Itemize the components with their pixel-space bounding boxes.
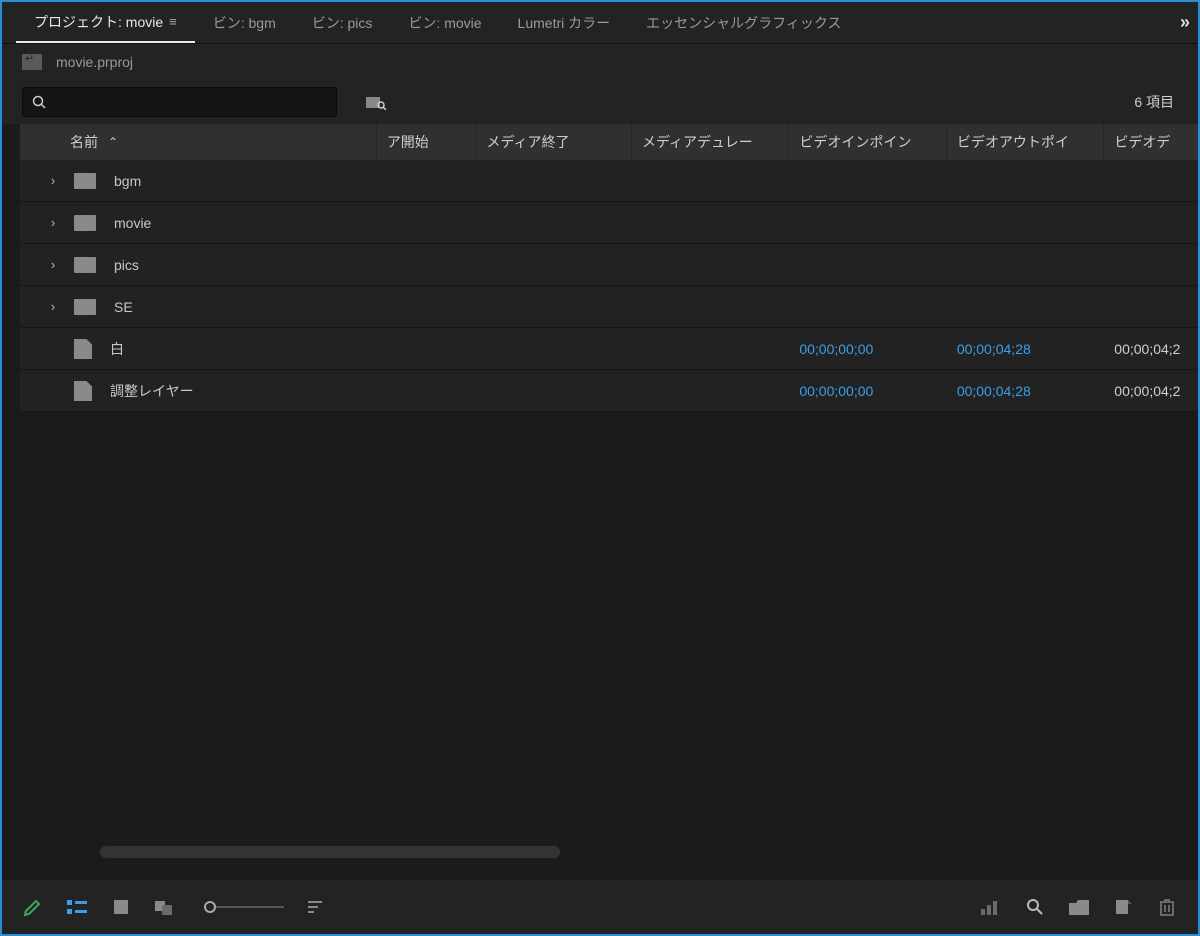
row-name: bgm	[114, 173, 141, 189]
folder-icon	[74, 299, 96, 315]
new-bin-icon[interactable]	[1068, 896, 1090, 918]
video-dur: 00;00;04;2	[1104, 341, 1198, 357]
file-icon	[74, 339, 92, 359]
tab-lumetri[interactable]: Lumetri カラー	[500, 2, 629, 43]
tab-label: エッセンシャルグラフィックス	[646, 13, 841, 33]
col-video-in[interactable]: ビデオインポイン	[789, 124, 946, 160]
row-name: pics	[114, 257, 139, 273]
row-name: movie	[114, 215, 151, 231]
panel-menu-icon[interactable]: ≡	[169, 14, 177, 29]
col-video-out[interactable]: ビデオアウトポイ	[947, 124, 1104, 160]
video-out: 00;00;04;28	[947, 341, 1104, 357]
folder-icon	[74, 215, 96, 231]
icon-view-icon[interactable]	[110, 896, 132, 918]
tab-label: ビン: bgm	[213, 13, 276, 33]
tab-bin-bgm[interactable]: ビン: bgm	[195, 2, 294, 43]
table-row[interactable]: › movie	[20, 202, 1198, 244]
col-media-start[interactable]: ア開始	[377, 124, 477, 160]
automate-to-sequence-icon[interactable]	[980, 896, 1002, 918]
search-row: 6 項目	[2, 80, 1198, 124]
slider-knob[interactable]	[204, 901, 216, 913]
col-label: ビデオインポイン	[799, 132, 911, 152]
tab-bin-movie[interactable]: ビン: movie	[390, 2, 499, 43]
file-icon	[74, 381, 92, 401]
project-writable-icon[interactable]	[22, 896, 44, 918]
find-icon[interactable]	[1024, 896, 1046, 918]
project-file-name: movie.prproj	[56, 54, 133, 70]
col-video-dur[interactable]: ビデオデ	[1104, 124, 1198, 160]
disclosure-icon[interactable]: ›	[32, 299, 74, 314]
table-row[interactable]: › pics	[20, 244, 1198, 286]
tab-label: Lumetri カラー	[518, 13, 611, 33]
folder-icon	[74, 257, 96, 273]
slider-track	[204, 906, 284, 908]
table-row[interactable]: › SE	[20, 286, 1198, 328]
footer-toolbar	[2, 880, 1198, 934]
find-in-bin-icon[interactable]	[363, 92, 389, 112]
col-media-duration[interactable]: メディアデュレー	[632, 124, 789, 160]
panel-tabs: プロジェクト: movie ≡ ビン: bgm ビン: pics ビン: mov…	[2, 2, 1198, 44]
video-in: 00;00;00;00	[789, 341, 946, 357]
video-out: 00;00;04;28	[947, 383, 1104, 399]
row-name: 調整レイヤー	[110, 381, 194, 401]
col-label: ビデオアウトポイ	[957, 132, 1069, 152]
video-in: 00;00;00;00	[789, 383, 946, 399]
horizontal-scrollbar[interactable]	[100, 846, 560, 858]
disclosure-icon[interactable]: ›	[32, 173, 74, 188]
search-input[interactable]	[22, 87, 337, 117]
list-view-icon[interactable]	[66, 896, 88, 918]
col-label: 名前	[70, 132, 98, 152]
new-item-icon[interactable]	[1112, 896, 1134, 918]
tab-project[interactable]: プロジェクト: movie ≡	[16, 2, 195, 43]
table-header: 名前 ⌃ ア開始 メディア終了 メディアデュレー ビデオインポイン ビデオアウト…	[20, 124, 1198, 160]
project-table: 名前 ⌃ ア開始 メディア終了 メディアデュレー ビデオインポイン ビデオアウト…	[20, 124, 1198, 864]
disclosure-icon[interactable]: ›	[32, 215, 74, 230]
sort-caret-icon: ⌃	[108, 135, 118, 149]
tab-label: ビン: pics	[312, 13, 373, 33]
row-name: 白	[110, 339, 124, 359]
folder-up-icon[interactable]	[22, 54, 42, 70]
search-icon	[31, 94, 47, 110]
table-row[interactable]: 調整レイヤー 00;00;00;00 00;00;04;28 00;00;04;…	[20, 370, 1198, 412]
tabs-overflow-icon[interactable]: »	[1180, 12, 1188, 33]
video-dur: 00;00;04;2	[1104, 383, 1198, 399]
tab-label: ビン: movie	[408, 13, 481, 33]
item-count: 6 項目	[1134, 92, 1178, 112]
clear-icon[interactable]	[1156, 896, 1178, 918]
breadcrumb: movie.prproj	[2, 44, 1198, 80]
tab-essential-graphics[interactable]: エッセンシャルグラフィックス	[628, 2, 859, 43]
col-label: ア開始	[387, 132, 429, 152]
col-label: メディア終了	[487, 132, 570, 152]
row-name: SE	[114, 299, 133, 315]
folder-icon	[74, 173, 96, 189]
table-body: › bgm › movie › pics	[20, 160, 1198, 412]
table-row[interactable]: › bgm	[20, 160, 1198, 202]
tab-label: プロジェクト: movie	[34, 12, 163, 32]
col-label: メディアデュレー	[642, 132, 753, 152]
sort-icon[interactable]	[306, 896, 328, 918]
table-row[interactable]: 白 00;00;00;00 00;00;04;28 00;00;04;2	[20, 328, 1198, 370]
col-media-end[interactable]: メディア終了	[477, 124, 632, 160]
tab-bin-pics[interactable]: ビン: pics	[294, 2, 391, 43]
col-label: ビデオデ	[1114, 132, 1170, 152]
zoom-slider[interactable]	[204, 906, 284, 908]
disclosure-icon[interactable]: ›	[32, 257, 74, 272]
col-name[interactable]: 名前 ⌃	[20, 124, 377, 160]
freeform-view-icon[interactable]	[154, 896, 176, 918]
